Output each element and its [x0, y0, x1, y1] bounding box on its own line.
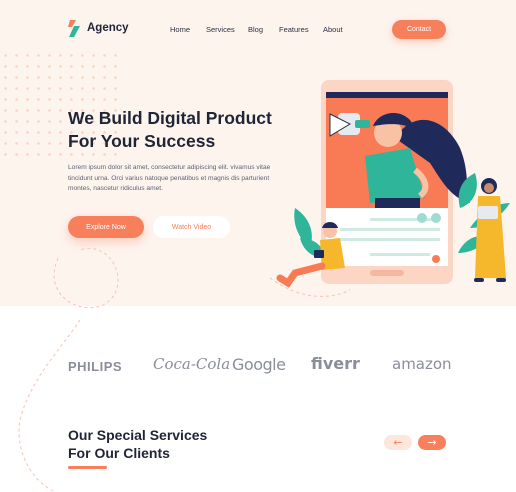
- services-heading-line1: Our Special Services: [68, 427, 208, 443]
- tablet-home-bar: [370, 270, 404, 276]
- logo-text: Agency: [87, 22, 129, 34]
- nav-home[interactable]: Home: [170, 25, 190, 34]
- nav-features[interactable]: Features: [279, 25, 309, 34]
- brand-fiverr-logo: fiverr: [311, 354, 360, 373]
- services-heading-line2: For Our Clients: [68, 445, 170, 461]
- logo[interactable]: Agency: [67, 18, 129, 38]
- tablet-top-bar: [326, 92, 448, 98]
- navbar: Agency Home Services Blog Features About…: [0, 0, 516, 60]
- heading-underline: [68, 466, 107, 469]
- hero-headline-line2: For Your Success: [68, 131, 216, 151]
- nav-services[interactable]: Services: [206, 25, 235, 34]
- nav-about[interactable]: About: [323, 25, 343, 34]
- arrow-right-icon: →: [427, 436, 437, 449]
- nav-blog[interactable]: Blog: [248, 25, 263, 34]
- brand-philips-logo: PHILIPS: [68, 359, 123, 374]
- explore-now-button[interactable]: Explore Now: [68, 216, 144, 238]
- hero-description: Lorem ipsum dolor sit amet, consectetur …: [68, 164, 271, 192]
- brand-logos: PHILIPS Coca-Cola Google fiverr amazon: [0, 354, 516, 384]
- contact-button[interactable]: Contact: [392, 20, 446, 39]
- carousel-prev-button[interactable]: ←: [384, 435, 412, 450]
- tablet-screen-bottom: [326, 208, 448, 266]
- brand-google-logo: Google: [232, 355, 286, 374]
- hero-headline-line1: We Build Digital Product: [68, 108, 272, 128]
- services-heading: Our Special Services For Our Clients: [68, 426, 207, 462]
- hero-section: Agency Home Services Blog Features About…: [0, 0, 516, 306]
- hero-illustration: [276, 80, 510, 288]
- logo-icon: [68, 20, 80, 37]
- arrow-left-icon: ←: [393, 436, 403, 449]
- carousel-next-button[interactable]: →: [418, 435, 446, 450]
- brand-cocacola-logo: Coca-Cola: [153, 355, 231, 373]
- brand-amazon-logo: amazon: [392, 355, 452, 373]
- watch-video-button[interactable]: Watch Video: [153, 216, 230, 238]
- hero-headline: We Build Digital Product For Your Succes…: [68, 107, 272, 153]
